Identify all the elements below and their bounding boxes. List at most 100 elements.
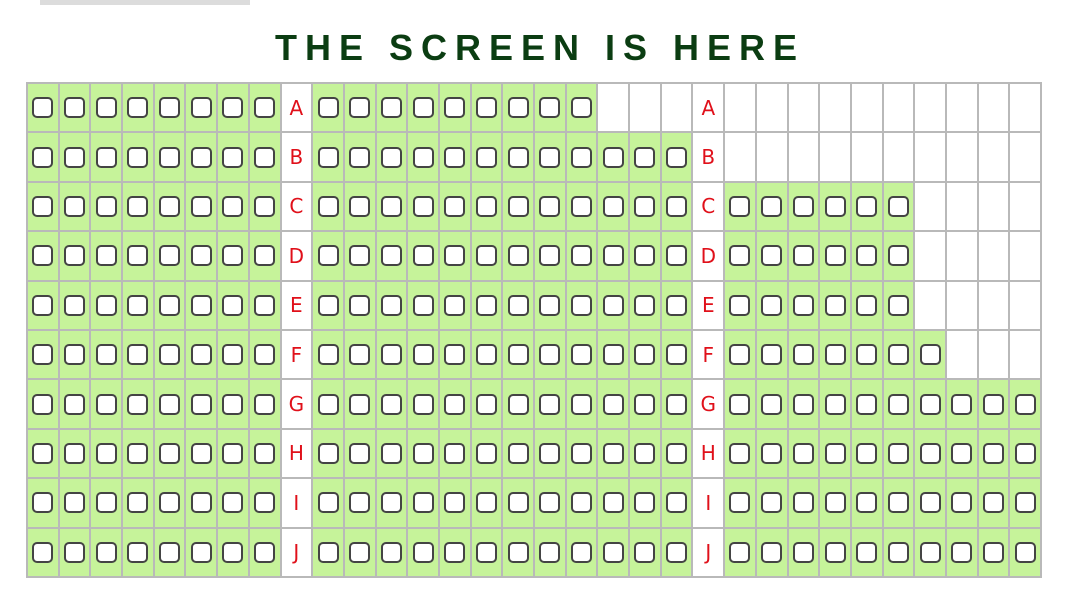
seat-F-middle-4[interactable] <box>412 344 434 366</box>
seat-I-right-9[interactable] <box>982 492 1004 514</box>
seat-D-right-1[interactable] <box>729 245 751 267</box>
seat-H-middle-10[interactable] <box>602 442 624 464</box>
seat-J-right-7[interactable] <box>919 541 941 563</box>
seat-C-middle-4[interactable] <box>412 195 434 217</box>
seat-G-right-7[interactable] <box>919 393 941 415</box>
seat-C-middle-12[interactable] <box>666 195 688 217</box>
seat-B-left-1[interactable] <box>32 146 54 168</box>
seat-H-middle-9[interactable] <box>571 442 593 464</box>
seat-G-right-10[interactable] <box>1014 393 1036 415</box>
seat-I-middle-8[interactable] <box>539 492 561 514</box>
seat-C-right-6[interactable] <box>887 195 909 217</box>
seat-F-left-5[interactable] <box>159 344 181 366</box>
seat-B-middle-3[interactable] <box>380 146 402 168</box>
seat-E-middle-4[interactable] <box>412 294 434 316</box>
seat-J-middle-6[interactable] <box>475 541 497 563</box>
seat-H-right-8[interactable] <box>951 442 973 464</box>
seat-H-right-10[interactable] <box>1014 442 1036 464</box>
seat-I-right-7[interactable] <box>919 492 941 514</box>
seat-E-middle-7[interactable] <box>507 294 529 316</box>
seat-B-middle-7[interactable] <box>507 146 529 168</box>
seat-B-middle-4[interactable] <box>412 146 434 168</box>
seat-J-middle-4[interactable] <box>412 541 434 563</box>
seat-J-right-9[interactable] <box>982 541 1004 563</box>
seat-D-middle-3[interactable] <box>380 245 402 267</box>
seat-E-left-1[interactable] <box>32 294 54 316</box>
seat-F-middle-6[interactable] <box>475 344 497 366</box>
seat-C-right-1[interactable] <box>729 195 751 217</box>
seat-C-right-2[interactable] <box>761 195 783 217</box>
seat-B-middle-1[interactable] <box>317 146 339 168</box>
seat-A-left-2[interactable] <box>64 97 86 119</box>
seat-F-middle-7[interactable] <box>507 344 529 366</box>
seat-C-middle-9[interactable] <box>571 195 593 217</box>
seat-G-right-6[interactable] <box>887 393 909 415</box>
seat-J-middle-10[interactable] <box>602 541 624 563</box>
seat-C-middle-7[interactable] <box>507 195 529 217</box>
seat-I-middle-1[interactable] <box>317 492 339 514</box>
seat-J-right-6[interactable] <box>887 541 909 563</box>
seat-A-left-4[interactable] <box>127 97 149 119</box>
seat-A-left-3[interactable] <box>95 97 117 119</box>
seat-C-middle-10[interactable] <box>602 195 624 217</box>
seat-G-middle-4[interactable] <box>412 393 434 415</box>
seat-D-middle-4[interactable] <box>412 245 434 267</box>
seat-F-middle-8[interactable] <box>539 344 561 366</box>
seat-F-left-6[interactable] <box>190 344 212 366</box>
seat-D-left-7[interactable] <box>222 245 244 267</box>
seat-G-left-8[interactable] <box>254 393 276 415</box>
seat-E-middle-11[interactable] <box>634 294 656 316</box>
seat-C-left-8[interactable] <box>254 195 276 217</box>
seat-H-right-4[interactable] <box>824 442 846 464</box>
seat-D-middle-6[interactable] <box>475 245 497 267</box>
seat-D-middle-5[interactable] <box>444 245 466 267</box>
seat-B-middle-2[interactable] <box>349 146 371 168</box>
seat-I-right-2[interactable] <box>761 492 783 514</box>
seat-H-right-5[interactable] <box>856 442 878 464</box>
seat-C-left-2[interactable] <box>64 195 86 217</box>
seat-A-middle-1[interactable] <box>317 97 339 119</box>
seat-J-left-5[interactable] <box>159 541 181 563</box>
seat-H-left-3[interactable] <box>95 442 117 464</box>
seat-I-left-2[interactable] <box>64 492 86 514</box>
seat-G-middle-10[interactable] <box>602 393 624 415</box>
seat-A-middle-7[interactable] <box>507 97 529 119</box>
seat-B-middle-12[interactable] <box>666 146 688 168</box>
seat-A-left-5[interactable] <box>159 97 181 119</box>
seat-J-middle-7[interactable] <box>507 541 529 563</box>
seat-H-left-8[interactable] <box>254 442 276 464</box>
seat-F-middle-9[interactable] <box>571 344 593 366</box>
seat-G-left-1[interactable] <box>32 393 54 415</box>
seat-G-left-7[interactable] <box>222 393 244 415</box>
seat-A-left-6[interactable] <box>190 97 212 119</box>
seat-I-middle-4[interactable] <box>412 492 434 514</box>
seat-C-left-7[interactable] <box>222 195 244 217</box>
seat-G-middle-3[interactable] <box>380 393 402 415</box>
seat-C-left-6[interactable] <box>190 195 212 217</box>
seat-F-middle-3[interactable] <box>380 344 402 366</box>
seat-G-left-4[interactable] <box>127 393 149 415</box>
seat-B-left-8[interactable] <box>254 146 276 168</box>
seat-G-right-3[interactable] <box>792 393 814 415</box>
seat-E-right-2[interactable] <box>761 294 783 316</box>
seat-J-right-8[interactable] <box>951 541 973 563</box>
seat-C-left-3[interactable] <box>95 195 117 217</box>
seat-E-left-6[interactable] <box>190 294 212 316</box>
seat-J-right-3[interactable] <box>792 541 814 563</box>
seat-E-middle-2[interactable] <box>349 294 371 316</box>
seat-D-middle-8[interactable] <box>539 245 561 267</box>
seat-I-middle-10[interactable] <box>602 492 624 514</box>
seat-H-middle-11[interactable] <box>634 442 656 464</box>
seat-H-left-2[interactable] <box>64 442 86 464</box>
seat-D-right-4[interactable] <box>824 245 846 267</box>
seat-D-middle-11[interactable] <box>634 245 656 267</box>
seat-G-middle-5[interactable] <box>444 393 466 415</box>
seat-G-right-2[interactable] <box>761 393 783 415</box>
seat-G-right-5[interactable] <box>856 393 878 415</box>
seat-B-middle-11[interactable] <box>634 146 656 168</box>
seat-E-right-5[interactable] <box>856 294 878 316</box>
seat-I-right-3[interactable] <box>792 492 814 514</box>
seat-D-left-3[interactable] <box>95 245 117 267</box>
seat-D-left-8[interactable] <box>254 245 276 267</box>
seat-E-middle-10[interactable] <box>602 294 624 316</box>
